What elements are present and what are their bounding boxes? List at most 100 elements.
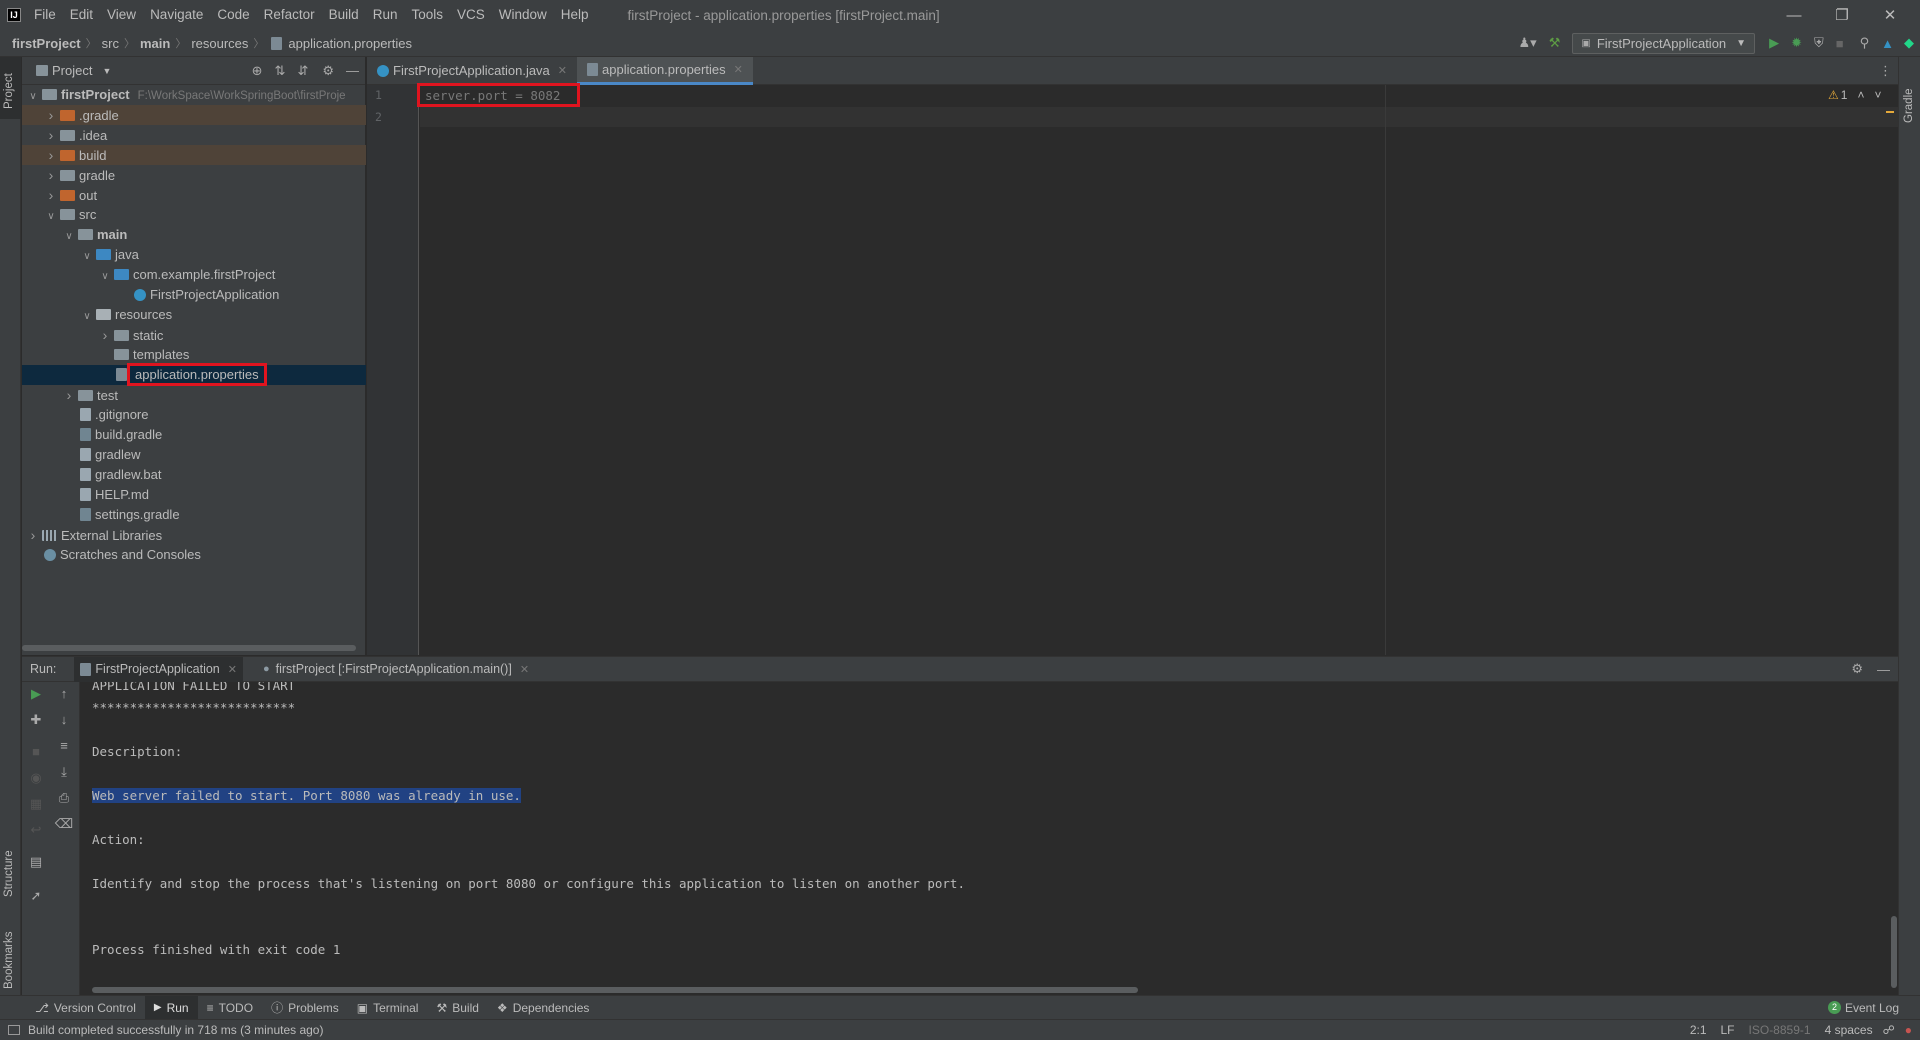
tab-build[interactable]: ⚒ Build (427, 996, 487, 1020)
indent-setting[interactable]: 4 spaces (1825, 1023, 1873, 1037)
project-view-select[interactable]: Project (52, 63, 92, 78)
chevron-right-icon[interactable]: › (44, 145, 58, 165)
menu-window[interactable]: Window (492, 0, 554, 30)
toolbox-icon[interactable]: ◆ (1904, 35, 1914, 51)
chevron-right-icon[interactable]: › (98, 325, 112, 345)
tree-item[interactable]: › out (22, 185, 366, 205)
tree-item[interactable]: › .gradle (22, 105, 366, 125)
tab-firstprojectapplication[interactable]: FirstProjectApplication.java ✕ (367, 57, 577, 85)
structure-tool-button[interactable]: Structure (0, 827, 21, 907)
menu-navigate[interactable]: Navigate (143, 0, 210, 30)
collapse-all-icon[interactable]: ⇵ (297, 63, 308, 79)
hammer-icon[interactable]: ⚒ (1549, 35, 1561, 51)
exit-icon[interactable]: ↩ (22, 822, 50, 838)
breadcrumb-project[interactable]: firstProject (10, 36, 83, 51)
chevron-right-icon[interactable]: › (44, 125, 58, 145)
intellij-logo-icon[interactable]: IJ (7, 8, 21, 22)
tree-item[interactable]: › .idea (22, 125, 366, 145)
menu-view[interactable]: View (100, 0, 143, 30)
tab-todo[interactable]: ≡ TODO (198, 996, 262, 1020)
lock-icon[interactable]: ☍ (1883, 1023, 1895, 1037)
breadcrumb-src[interactable]: src (100, 36, 121, 51)
hide-icon[interactable]: — (346, 63, 359, 78)
menu-file[interactable]: File (27, 0, 63, 30)
gear-icon[interactable]: ⚙ (1851, 661, 1863, 677)
file-encoding[interactable]: ISO-8859-1 (1749, 1023, 1811, 1037)
menu-build[interactable]: Build (322, 0, 366, 30)
error-icon[interactable]: ● (1905, 1023, 1912, 1037)
soft-wrap-icon[interactable]: ≡ (50, 738, 78, 753)
run-tab-application[interactable]: FirstProjectApplication ✕ (74, 656, 243, 682)
up-arrow-icon[interactable]: ↑ (50, 686, 78, 701)
tree-item[interactable]: FirstProjectApplication (22, 285, 366, 305)
menu-refactor[interactable]: Refactor (257, 0, 322, 30)
chevron-right-icon[interactable]: › (44, 185, 58, 205)
chevron-down-icon[interactable]: ∨ (44, 207, 58, 227)
more-icon[interactable]: ⋮ (1879, 57, 1892, 84)
tree-item[interactable]: HELP.md (22, 485, 366, 505)
tree-item[interactable]: ∨ main (22, 225, 366, 245)
bookmarks-tool-button[interactable]: Bookmarks (0, 909, 21, 994)
pin-icon[interactable]: ➚ (22, 888, 50, 904)
breadcrumb-main[interactable]: main (138, 36, 172, 51)
tree-item[interactable]: Scratches and Consoles (22, 545, 366, 565)
menu-edit[interactable]: Edit (63, 0, 100, 30)
chevron-down-icon[interactable]: ∨ (98, 267, 112, 287)
wrench-icon[interactable]: ✚ (22, 712, 50, 728)
tree-item[interactable]: › build (22, 145, 366, 165)
tree-item[interactable]: › static (22, 325, 366, 345)
menu-run[interactable]: Run (366, 0, 405, 30)
tree-item[interactable]: build.gradle (22, 425, 366, 445)
close-icon[interactable]: ✕ (520, 663, 529, 676)
tab-version-control[interactable]: ⎇ Version Control (26, 996, 145, 1020)
status-message[interactable]: Build completed successfully in 718 ms (… (28, 1023, 323, 1037)
debug-icon[interactable]: ✹ (1791, 35, 1802, 51)
chevron-down-icon[interactable]: ∨ (80, 307, 94, 327)
stop-icon[interactable]: ■ (22, 744, 50, 759)
chevron-down-icon[interactable]: ∨ (26, 87, 40, 107)
close-icon[interactable]: ✕ (734, 56, 743, 84)
line-separator[interactable]: LF (1721, 1023, 1735, 1037)
expand-all-icon[interactable]: ⇅ (275, 63, 286, 79)
minimize-icon[interactable]: — (1770, 7, 1818, 24)
tree-item[interactable]: › gradle (22, 165, 366, 185)
tree-item[interactable]: ∨ resources (22, 305, 366, 325)
update-icon[interactable]: ▲ (1881, 36, 1894, 51)
run-config-select[interactable]: ▣ FirstProjectApplication ▼ (1572, 32, 1756, 54)
restore-layout-icon[interactable]: ▦ (22, 796, 50, 812)
chevron-right-icon[interactable]: › (62, 385, 76, 405)
menu-code[interactable]: Code (210, 0, 256, 30)
close-icon[interactable]: ✕ (558, 57, 567, 85)
project-tool-button[interactable]: Project (0, 57, 21, 119)
event-log-button[interactable]: 2 Event Log (1819, 996, 1908, 1020)
hide-icon[interactable]: — (1877, 662, 1890, 677)
tree-item[interactable]: › External Libraries (22, 525, 366, 545)
tree-item[interactable]: ∨ java (22, 245, 366, 265)
code-editor[interactable]: server.port = 8082 ⚠ 1 ˄ ˅ (417, 83, 1898, 655)
next-highlight-icon[interactable]: ˅ (1874, 88, 1881, 102)
chevron-right-icon[interactable]: › (26, 525, 40, 545)
status-toggle-icon[interactable] (8, 1025, 20, 1035)
tree-item[interactable]: application.properties (22, 363, 366, 386)
chevron-right-icon[interactable]: › (44, 165, 58, 185)
breadcrumb-resources[interactable]: resources (189, 36, 250, 51)
tree-item[interactable]: ∨ firstProject F:\WorkSpace\WorkSpringBoot… (22, 85, 366, 105)
tree-item[interactable]: settings.gradle (22, 505, 366, 525)
chevron-down-icon[interactable]: ▼ (102, 66, 111, 76)
scroll-to-end-icon[interactable]: ⤓ (50, 764, 78, 780)
restore-icon[interactable]: ❐ (1818, 6, 1866, 24)
run-tab-gradle[interactable]: ● firstProject [:FirstProjectApplication… (257, 657, 535, 682)
menu-vcs[interactable]: VCS (450, 0, 492, 30)
close-icon[interactable]: ✕ (1866, 6, 1914, 24)
chevron-down-icon[interactable]: ∨ (62, 227, 76, 247)
user-icon[interactable]: ♟▾ (1519, 35, 1537, 51)
search-icon[interactable]: ⚲ (1860, 35, 1870, 51)
console-vertical-scrollbar[interactable] (1891, 916, 1897, 988)
inspection-widget[interactable]: ⚠ 1 ˄ ˅ (1828, 88, 1881, 102)
horizontal-scrollbar[interactable] (22, 645, 356, 651)
gradle-tool-button[interactable]: Gradle (1899, 65, 1920, 125)
menu-tools[interactable]: Tools (404, 0, 450, 30)
chevron-down-icon[interactable]: ∨ (80, 247, 94, 267)
coverage-icon[interactable]: ⛨ (1814, 35, 1824, 51)
locate-icon[interactable]: ⊕ (252, 63, 263, 79)
